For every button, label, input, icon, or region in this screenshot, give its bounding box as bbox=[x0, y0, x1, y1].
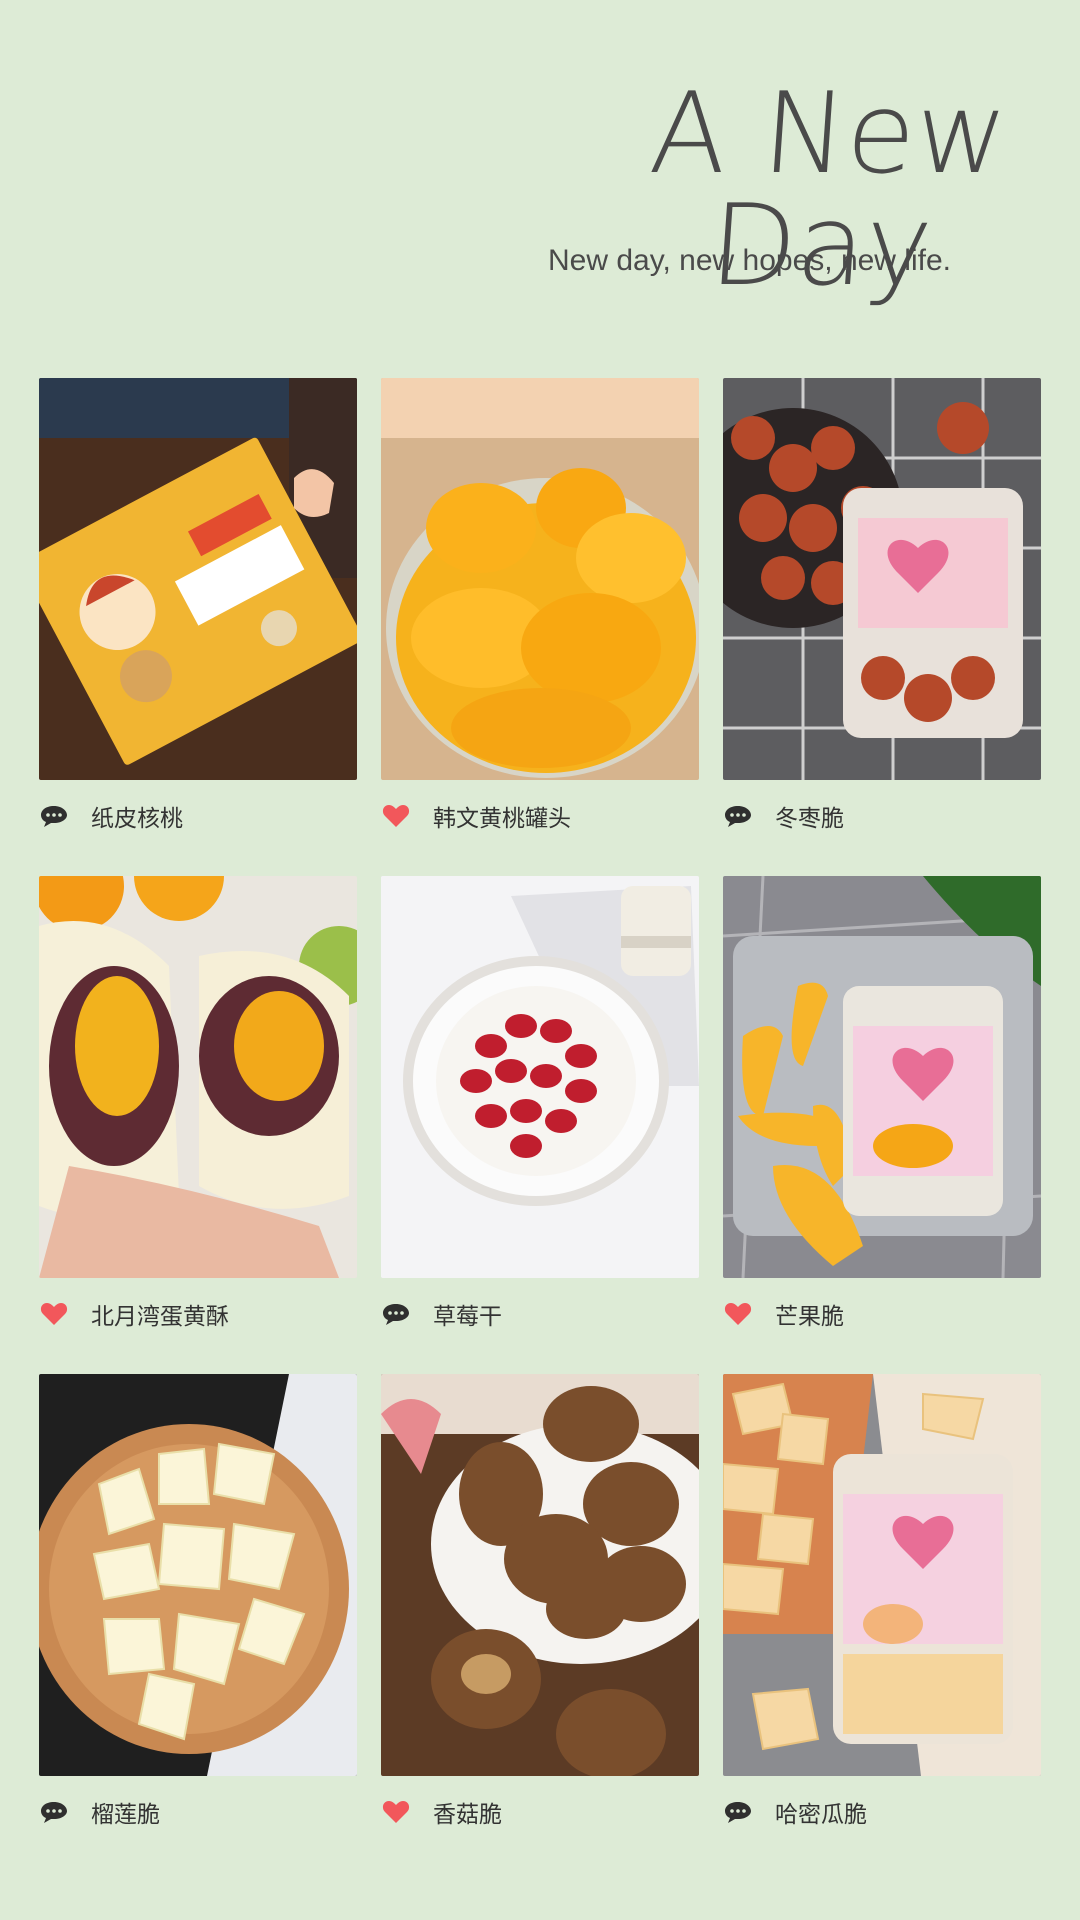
product-photo-mushroom[interactable] bbox=[381, 1374, 699, 1776]
heart-icon[interactable] bbox=[381, 1797, 411, 1827]
product-name: 榴莲脆 bbox=[91, 1802, 160, 1828]
product-caption: 草莓干 bbox=[381, 1296, 699, 1332]
product-name: 韩文黄桃罐头 bbox=[433, 806, 571, 832]
product-caption: 纸皮核桃 bbox=[39, 798, 357, 834]
product-photo-melon[interactable] bbox=[723, 1374, 1041, 1776]
comment-icon[interactable] bbox=[39, 801, 69, 831]
header: A New Day New day, new hopes, new life. bbox=[0, 0, 1080, 330]
product-photo-jujube[interactable] bbox=[723, 378, 1041, 780]
product-name: 纸皮核桃 bbox=[91, 806, 183, 832]
product-caption: 北月湾蛋黄酥 bbox=[39, 1296, 357, 1332]
page-subtitle: New day, new hopes, new life. bbox=[548, 244, 951, 277]
product-caption: 榴莲脆 bbox=[39, 1794, 357, 1830]
comment-icon[interactable] bbox=[381, 1299, 411, 1329]
product-photo-mango[interactable] bbox=[723, 876, 1041, 1278]
product-name: 哈密瓜脆 bbox=[775, 1802, 867, 1828]
heart-icon[interactable] bbox=[381, 801, 411, 831]
product-caption: 芒果脆 bbox=[723, 1296, 1041, 1332]
product-caption: 香菇脆 bbox=[381, 1794, 699, 1830]
comment-icon[interactable] bbox=[723, 801, 753, 831]
product-caption: 冬枣脆 bbox=[723, 798, 1041, 834]
heart-icon[interactable] bbox=[723, 1299, 753, 1329]
product-photo-durian[interactable] bbox=[39, 1374, 357, 1776]
product-caption: 哈密瓜脆 bbox=[723, 1794, 1041, 1830]
product-name: 北月湾蛋黄酥 bbox=[91, 1304, 229, 1330]
product-name: 草莓干 bbox=[433, 1304, 502, 1330]
product-name: 芒果脆 bbox=[775, 1304, 844, 1330]
comment-icon[interactable] bbox=[39, 1797, 69, 1827]
product-name: 香菇脆 bbox=[433, 1802, 502, 1828]
product-photo-yolk-pastry[interactable] bbox=[39, 876, 357, 1278]
product-photo-walnut[interactable] bbox=[39, 378, 357, 780]
product-photo-peach[interactable] bbox=[381, 378, 699, 780]
heart-icon[interactable] bbox=[39, 1299, 69, 1329]
product-caption: 韩文黄桃罐头 bbox=[381, 798, 699, 834]
comment-icon[interactable] bbox=[723, 1797, 753, 1827]
product-name: 冬枣脆 bbox=[775, 806, 844, 832]
product-photo-strawberry[interactable] bbox=[381, 876, 699, 1278]
